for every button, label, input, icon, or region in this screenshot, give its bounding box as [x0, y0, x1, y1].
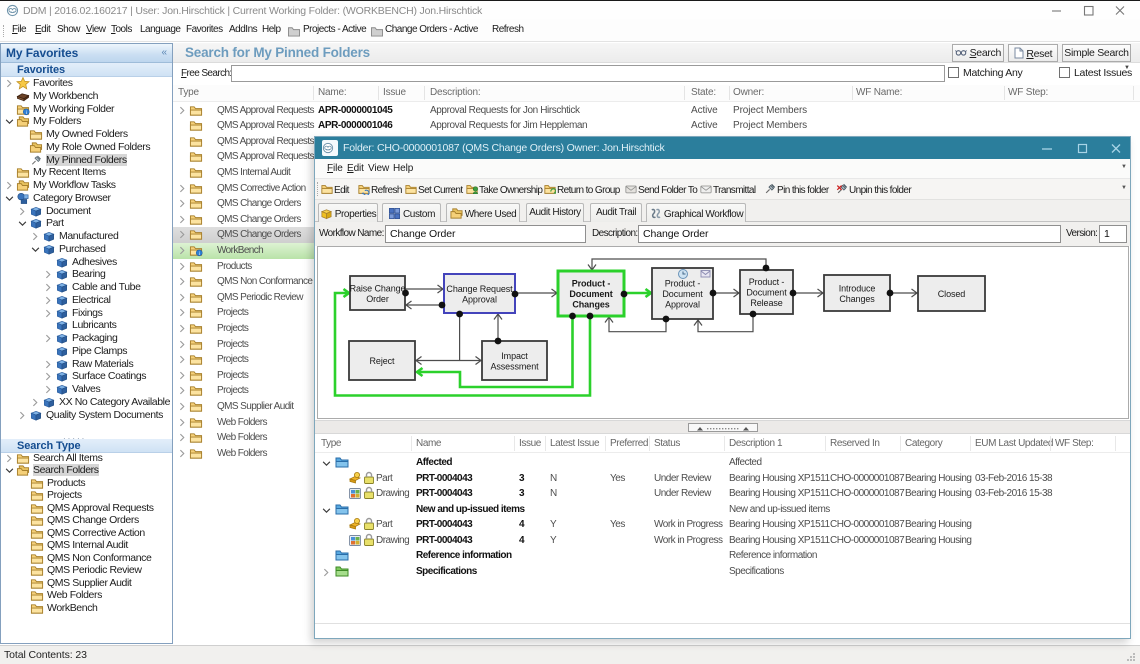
svg-text:Document: Document	[569, 289, 612, 299]
svg-text:Product -: Product -	[749, 277, 785, 287]
svg-text:Changes: Changes	[572, 300, 609, 310]
svg-text:Reject: Reject	[370, 356, 396, 366]
svg-text:Approval: Approval	[462, 294, 497, 304]
svg-text:Product -: Product -	[665, 279, 701, 289]
svg-text:Release: Release	[750, 298, 782, 308]
svg-text:Impact: Impact	[501, 351, 528, 361]
svg-text:Document: Document	[746, 288, 787, 298]
svg-text:Introduce: Introduce	[839, 283, 876, 293]
svg-text:Product -: Product -	[572, 279, 611, 289]
svg-text:Document: Document	[662, 289, 703, 299]
svg-text:Approval: Approval	[665, 300, 700, 310]
svg-text:Changes: Changes	[839, 294, 875, 304]
svg-text:Order: Order	[366, 294, 389, 304]
svg-text:Closed: Closed	[938, 289, 966, 299]
svg-text:Change Request: Change Request	[446, 284, 513, 294]
svg-text:Raise Change: Raise Change	[350, 283, 406, 293]
svg-text:Assessment: Assessment	[490, 361, 539, 371]
